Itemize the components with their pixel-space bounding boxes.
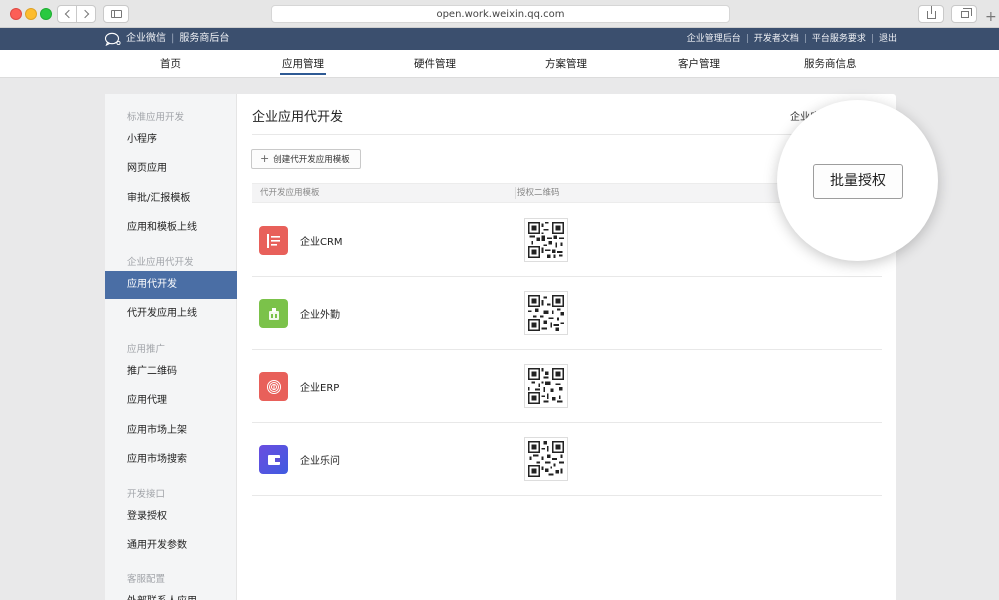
nav-hardware-management[interactable]: 硬件管理 <box>414 50 456 78</box>
sidebar-item-external-contact[interactable]: 外部联系人应用 <box>105 588 237 600</box>
app-name: 企业乐问 <box>300 456 340 467</box>
qrcode-image[interactable] <box>524 218 568 262</box>
sidebar: 标准应用开发 小程序 网页应用 审批/汇报模板 应用和模板上线 企业应用代开发 … <box>105 94 237 600</box>
sidebar-item-app-agent[interactable]: 应用代理 <box>105 387 237 415</box>
sidebar-item-miniprogram[interactable]: 小程序 <box>105 126 237 154</box>
table-row[interactable]: 企业ERP <box>252 350 882 423</box>
close-window-button[interactable] <box>10 8 22 20</box>
app-name: 企业CRM <box>300 237 343 248</box>
link-dev-docs[interactable]: 开发者文档 <box>754 34 799 44</box>
column-template: 代开发应用模板 <box>260 188 320 198</box>
chevron-left-icon <box>64 9 73 19</box>
qrcode-image[interactable] <box>524 291 568 335</box>
column-divider <box>515 187 516 199</box>
sidebar-item-promo-qrcode[interactable]: 推广二维码 <box>105 358 237 386</box>
sidebar-item-approval-template[interactable]: 审批/汇报模板 <box>105 185 237 213</box>
sidebar-item-market-listing[interactable]: 应用市场上架 <box>105 417 237 445</box>
sidebar-group-custom-dev: 企业应用代开发 <box>127 257 194 268</box>
plus-icon: + <box>260 152 270 165</box>
sidebar-icon <box>111 10 122 18</box>
sidebar-item-app-release[interactable]: 应用和模板上线 <box>105 214 237 242</box>
browser-toolbar: open.work.weixin.qq.com + <box>0 0 999 28</box>
sidebar-item-web-app[interactable]: 网页应用 <box>105 155 237 183</box>
create-template-label: 创建代开发应用模板 <box>273 155 350 165</box>
nav-app-management[interactable]: 应用管理 <box>280 50 326 78</box>
top-links: 企业管理后台 | 开发者文档 | 平台服务要求 | 退出 <box>686 34 897 44</box>
nav-home[interactable]: 首页 <box>160 50 181 78</box>
brand-subtitle: 服务商后台 <box>179 33 230 44</box>
brand-name: 企业微信 <box>126 33 166 44</box>
divider <box>252 134 882 135</box>
sidebar-group-dev-api: 开发接口 <box>127 489 166 500</box>
nav-customer-management[interactable]: 客户管理 <box>678 50 720 78</box>
show-tabs-button[interactable] <box>951 5 977 23</box>
share-icon <box>927 6 936 19</box>
column-auth-qrcode: 授权二维码 <box>517 188 560 198</box>
link-logout[interactable]: 退出 <box>879 34 897 44</box>
show-sidebar-button[interactable] <box>103 5 129 23</box>
wallet-icon <box>259 445 288 474</box>
table-row[interactable]: 企业乐问 <box>252 423 882 496</box>
sidebar-group-customer-service: 客服配置 <box>127 574 166 585</box>
admin-header: 企业微信 | 服务商后台 企业管理后台 | 开发者文档 | 平台服务要求 | 退出 <box>0 28 999 50</box>
sidebar-item-custom-release[interactable]: 代开发应用上线 <box>105 300 237 328</box>
sidebar-group-promotion: 应用推广 <box>127 344 166 355</box>
app-name: 企业外勤 <box>300 310 340 321</box>
wecom-logo-icon <box>104 32 121 46</box>
new-tab-button[interactable]: + <box>985 8 999 28</box>
sidebar-item-market-search[interactable]: 应用市场搜索 <box>105 446 237 474</box>
erp-fingerprint-icon <box>259 372 288 401</box>
field-work-icon <box>259 299 288 328</box>
brand-title[interactable]: 企业微信 | 服务商后台 <box>126 28 229 50</box>
link-admin-console[interactable]: 企业管理后台 <box>687 34 741 44</box>
qrcode-image[interactable] <box>524 364 568 408</box>
qrcode-image[interactable] <box>524 437 568 481</box>
table-row[interactable]: 企业外勤 <box>252 277 882 350</box>
back-button[interactable] <box>57 5 77 23</box>
address-bar[interactable]: open.work.weixin.qq.com <box>271 5 730 23</box>
nav-provider-info[interactable]: 服务商信息 <box>804 50 857 78</box>
nav-solution-management[interactable]: 方案管理 <box>545 50 587 78</box>
chevron-right-icon <box>80 9 89 19</box>
app-name: 企业ERP <box>300 383 340 394</box>
batch-authorize-button[interactable]: 批量授权 <box>813 164 903 199</box>
sidebar-item-login-auth[interactable]: 登录授权 <box>105 503 237 531</box>
sidebar-item-custom-dev[interactable]: 应用代开发 <box>105 271 237 299</box>
sidebar-group-standard: 标准应用开发 <box>127 112 185 123</box>
tabs-icon <box>961 8 972 18</box>
sidebar-item-dev-params[interactable]: 通用开发参数 <box>105 532 237 560</box>
create-template-button[interactable]: + 创建代开发应用模板 <box>251 149 361 169</box>
minimize-window-button[interactable] <box>25 8 37 20</box>
page-title: 企业应用代开发 <box>252 110 344 125</box>
magnifier-callout: 批量授权 <box>777 100 938 261</box>
share-button[interactable] <box>918 5 944 23</box>
link-service-requirements[interactable]: 平台服务要求 <box>812 34 866 44</box>
zoom-window-button[interactable] <box>40 8 52 20</box>
crm-icon <box>259 226 288 255</box>
main-navigation: 首页 应用管理 硬件管理 方案管理 客户管理 服务商信息 <box>0 50 999 78</box>
forward-button[interactable] <box>76 5 96 23</box>
